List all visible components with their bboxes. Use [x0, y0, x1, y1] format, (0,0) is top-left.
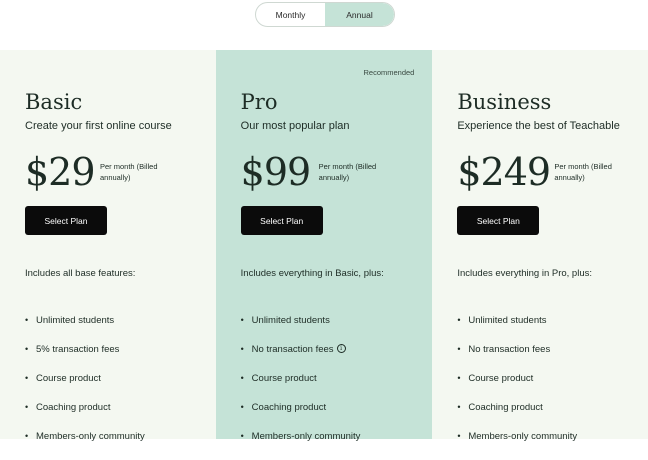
bullet-icon: • [457, 402, 461, 412]
feature-list: • Unlimited students • No transaction fees… [457, 315, 577, 460]
bullet-icon: • [240, 344, 244, 354]
bullet-icon: • [457, 373, 461, 383]
plan-name: Pro [240, 90, 278, 114]
feature-item: • Coaching product [457, 402, 577, 431]
feature-label: Coaching product [251, 402, 327, 413]
feature-label: Unlimited students [468, 315, 547, 326]
bullet-icon: • [25, 373, 29, 383]
feature-item: • Unlimited students [457, 315, 577, 344]
plan-name: Basic [25, 90, 83, 114]
bullet-icon: • [240, 402, 244, 412]
feature-label: No transaction fees [468, 344, 551, 355]
includes-heading: Includes all base features: [25, 268, 136, 279]
feature-item: • Course product [457, 373, 577, 402]
recommended-badge: Recommended [363, 68, 415, 77]
feature-label: Unlimited students [36, 315, 115, 326]
plan-price: $29 [25, 150, 96, 194]
bullet-icon: • [240, 373, 244, 383]
pricing-plans: Basic Create your first online course $2… [0, 50, 648, 442]
feature-list: • Unlimited students • 5% transaction fees… [25, 315, 145, 460]
price-note: Per month (Billed annually) [554, 162, 612, 182]
billing-toggle-bar: Monthly Annual [0, 0, 648, 50]
plan-tagline: Experience the best of Teachable [457, 120, 620, 132]
select-plan-button[interactable]: Select Plan [457, 206, 540, 235]
bullet-icon: • [457, 315, 461, 325]
plan-card-basic: Basic Create your first online course $2… [0, 50, 216, 442]
bullet-icon: • [25, 431, 29, 441]
includes-heading: Includes everything in Pro, plus: [457, 268, 592, 279]
select-plan-button[interactable]: Select Plan [25, 206, 107, 235]
feature-list: • Unlimited students • No transaction fees… [241, 315, 361, 460]
feature-label: Members-only community [468, 431, 578, 442]
feature-item: • Members-only community [241, 431, 361, 460]
bullet-icon: • [457, 344, 461, 354]
bullet-icon: • [457, 431, 461, 441]
bullet-icon: • [25, 344, 29, 354]
bullet-icon: • [25, 315, 29, 325]
feature-label: 5% transaction fees [36, 344, 120, 355]
feature-label: Members-only community [251, 431, 361, 442]
price-note: Per month (Billed annually) [318, 162, 377, 182]
feature-item: • 5% transaction fees [25, 344, 145, 373]
select-plan-button[interactable]: Select Plan [240, 206, 323, 235]
feature-item: • No transaction fees [457, 344, 577, 373]
feature-item: • Course product [25, 373, 145, 402]
feature-item: • Unlimited students [25, 315, 145, 344]
feature-item: • Members-only community [457, 431, 577, 460]
plan-price: $99 [240, 150, 312, 194]
info-icon[interactable]: i [336, 344, 346, 353]
bullet-icon: • [240, 431, 244, 441]
plan-name: Business [457, 90, 552, 114]
feature-item: • Course product [241, 373, 361, 402]
feature-item: • Coaching product [241, 402, 361, 431]
feature-item: • Coaching product [25, 402, 145, 431]
feature-label: Coaching product [36, 402, 111, 413]
feature-label: Members-only community [36, 431, 145, 442]
plan-card-business: Business Experience the best of Teachabl… [432, 50, 648, 442]
bullet-icon: • [240, 315, 244, 325]
price-note: Per month (Billed annually) [100, 162, 158, 182]
toggle-monthly[interactable]: Monthly [256, 3, 325, 26]
plan-tagline: Create your first online course [25, 120, 172, 132]
plan-tagline: Our most popular plan [240, 120, 350, 132]
toggle-annual[interactable]: Annual [325, 3, 394, 26]
feature-item: • No transaction fees i [241, 344, 361, 373]
feature-item: • Unlimited students [241, 315, 361, 344]
feature-label: Course product [251, 373, 317, 384]
bullet-icon: • [25, 402, 29, 412]
feature-label: No transaction fees [251, 344, 334, 355]
feature-label: Unlimited students [251, 315, 330, 326]
plan-price: $249 [457, 150, 551, 194]
billing-toggle[interactable]: Monthly Annual [255, 2, 395, 27]
feature-item: • Members-only community [25, 431, 145, 460]
feature-label: Course product [36, 373, 101, 384]
feature-label: Coaching product [468, 402, 543, 413]
includes-heading: Includes everything in Basic, plus: [240, 268, 384, 279]
plan-card-pro: Recommended Pro Our most popular plan $9… [215, 50, 433, 442]
feature-label: Course product [468, 373, 534, 384]
